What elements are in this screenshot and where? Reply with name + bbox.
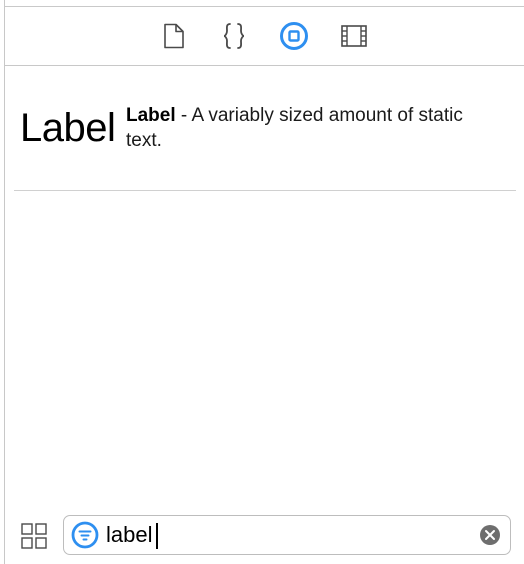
library-panel: Label Label - A variably sized amount of… (0, 0, 524, 564)
library-item-label[interactable]: Label Label - A variably sized amount of… (14, 66, 516, 190)
text-cursor (156, 523, 158, 549)
object-library-icon[interactable] (279, 21, 309, 51)
panel-left-border (4, 0, 5, 564)
media-library-icon[interactable] (339, 21, 369, 51)
clear-icon[interactable] (479, 524, 501, 546)
item-name: Label (126, 105, 176, 126)
filter-input[interactable] (106, 521, 466, 549)
file-icon[interactable] (159, 21, 189, 51)
filter-field[interactable] (63, 515, 511, 555)
filter-bar (5, 505, 524, 564)
code-braces-icon[interactable] (219, 21, 249, 51)
item-description: Label - A variably sized amount of stati… (126, 103, 486, 153)
item-description-text: - A variably sized amount of static text… (126, 105, 463, 151)
grid-view-icon[interactable] (21, 523, 47, 549)
library-selector-bar (5, 7, 524, 66)
item-divider (14, 190, 516, 191)
filter-icon[interactable] (71, 521, 99, 549)
item-preview: Label (20, 106, 116, 150)
